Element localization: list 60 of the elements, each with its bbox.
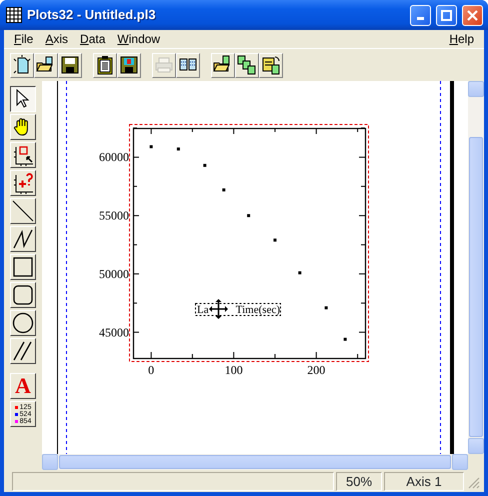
new-file-icon <box>12 55 32 75</box>
printer-icon <box>154 55 174 75</box>
toolbar-button[interactable] <box>117 52 141 78</box>
tick-label: 0 <box>148 363 154 377</box>
close-button[interactable] <box>462 4 483 26</box>
horizontal-scrollbar[interactable] <box>42 454 468 470</box>
parallel-lines-icon <box>12 340 34 362</box>
tool-button[interactable] <box>10 86 36 112</box>
maximize-button[interactable] <box>436 4 457 26</box>
grid-icon <box>6 7 22 23</box>
vertical-scrollbar[interactable] <box>468 81 484 454</box>
tick-label: 45000 <box>99 325 129 340</box>
axis-title-label[interactable]: La Time(sec) <box>195 303 281 316</box>
tick-label: 60000 <box>99 150 129 164</box>
window-title: Plots32 - Untitled.pl3 <box>27 6 157 24</box>
menu-item[interactable]: Data <box>74 30 112 48</box>
tick-label: 200 <box>307 363 326 377</box>
data-point <box>203 164 206 167</box>
tick-label: 55000 <box>99 208 129 223</box>
menu-item[interactable]: Axis <box>39 30 74 48</box>
data-point <box>298 271 302 274</box>
close-icon <box>467 10 478 20</box>
toolbar-button[interactable] <box>211 52 235 78</box>
data-point <box>344 338 347 341</box>
toolbar-button[interactable] <box>235 52 259 78</box>
data-point <box>247 214 250 218</box>
tick-label: 50000 <box>99 266 129 281</box>
data-point <box>324 306 328 310</box>
arrow-cursor-icon <box>14 89 32 109</box>
toolbar-button[interactable] <box>58 52 82 78</box>
toolbar-button[interactable] <box>259 52 283 78</box>
tick-label: 100 <box>224 363 243 377</box>
maximize-icon <box>441 10 452 20</box>
data-point <box>150 145 153 148</box>
axis-plus-icon <box>12 172 34 194</box>
toolbar-button[interactable] <box>34 52 58 78</box>
data-point <box>274 238 276 242</box>
axis-select-icon <box>12 144 34 166</box>
tool-button[interactable]: A <box>10 373 36 399</box>
menu-item[interactable]: File <box>8 30 40 48</box>
line-icon <box>12 200 34 222</box>
axis-status: Axis 1 <box>384 472 464 491</box>
toolbar-button[interactable] <box>176 52 200 78</box>
data-point <box>222 188 226 192</box>
data-point <box>176 148 180 150</box>
minimize-icon <box>417 17 424 20</box>
clipboard-icon <box>95 55 115 75</box>
menu-item[interactable]: Help <box>443 30 480 48</box>
rectangle-icon <box>12 256 34 278</box>
zigzag-line-icon <box>12 228 34 250</box>
toolbar-button[interactable] <box>10 52 34 78</box>
menu-item[interactable]: Window <box>111 30 166 48</box>
move-cursor-icon <box>209 299 228 319</box>
paste-icon <box>261 55 281 75</box>
circle-icon <box>12 312 34 334</box>
toolbar-button[interactable] <box>93 52 117 78</box>
rounded-rectangle-icon <box>12 284 34 306</box>
zoom-level: 50% <box>336 472 382 491</box>
minimize-button[interactable] <box>410 4 431 26</box>
copy-pages-icon <box>237 55 257 75</box>
